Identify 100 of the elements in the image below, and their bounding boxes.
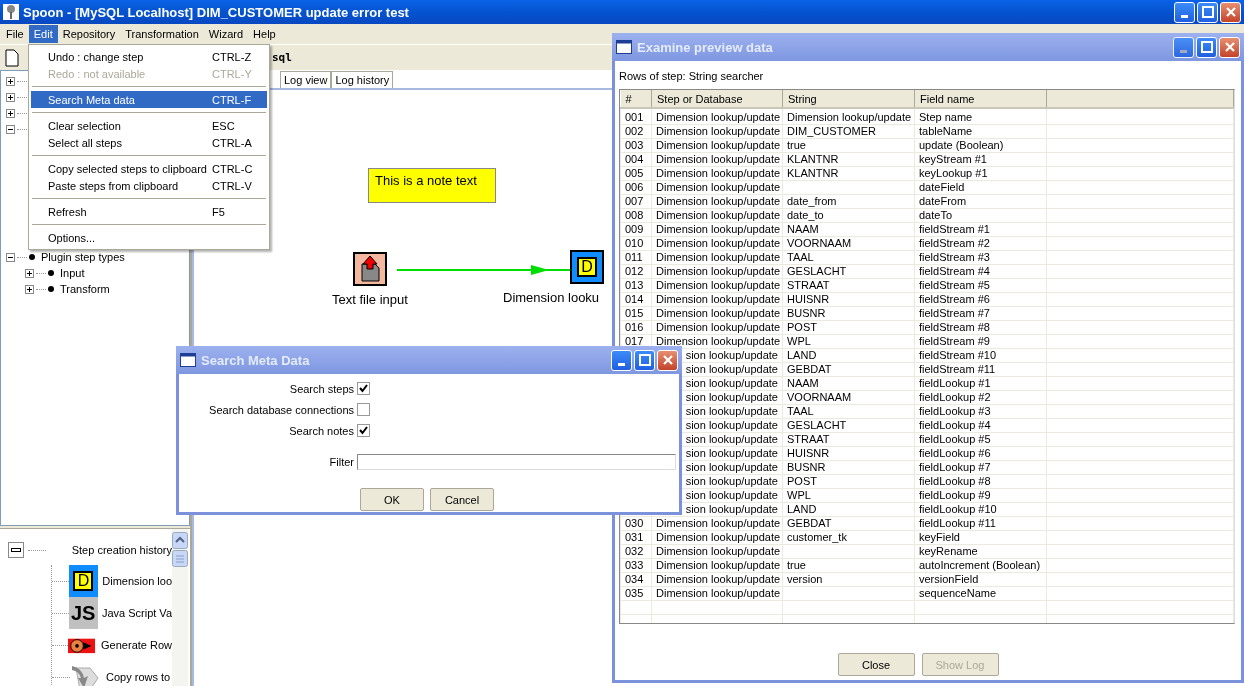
menu-item[interactable]: Paste steps from clipboard CTRL-V bbox=[31, 177, 267, 194]
history-item[interactable]: Copy rows to bbox=[106, 671, 171, 683]
menu-item[interactable]: Select all steps CTRL-A bbox=[31, 134, 267, 151]
expander-icon[interactable] bbox=[6, 108, 15, 118]
menu-item[interactable]: Wizard bbox=[203, 25, 249, 43]
menu-item[interactable]: Options... bbox=[31, 229, 267, 246]
dialog-button[interactable]: OK bbox=[360, 488, 424, 511]
minimize-button[interactable] bbox=[1173, 36, 1194, 58]
table-cell: HUISNR bbox=[787, 447, 830, 459]
filter-field[interactable] bbox=[357, 453, 676, 470]
history-item[interactable]: Generate Row bbox=[101, 639, 172, 651]
table-cell: TAAL bbox=[787, 405, 814, 417]
table-cell: fieldStream #11 bbox=[919, 363, 996, 375]
window-title: Spoon - [MySQL Localhost] DIM_CUSTOMER update error test bbox=[23, 4, 410, 20]
table-cell: 002 bbox=[625, 125, 644, 137]
menu-item[interactable]: Help bbox=[248, 25, 281, 43]
table-cell: sion lookup/update bbox=[685, 363, 778, 375]
table-cell: GESLACHT bbox=[787, 265, 847, 277]
tab[interactable]: Log view bbox=[280, 71, 332, 88]
close-button[interactable] bbox=[657, 349, 678, 371]
checkbox[interactable] bbox=[357, 424, 370, 437]
tab[interactable]: Log history bbox=[331, 71, 394, 88]
table-cell: KLANTNR bbox=[787, 167, 839, 179]
maximize-button[interactable] bbox=[634, 349, 655, 371]
step-label: Text file input bbox=[332, 292, 408, 307]
minimize-icon bbox=[1181, 14, 1188, 18]
history-item[interactable]: Dimension loo bbox=[102, 575, 172, 587]
checkbox[interactable] bbox=[357, 403, 370, 416]
table-cell: sion lookup/update bbox=[685, 489, 778, 501]
table-cell: fieldLookup #8 bbox=[919, 475, 991, 487]
menu-item[interactable]: Search Meta data CTRL-F bbox=[31, 91, 267, 108]
column-header[interactable]: String bbox=[782, 90, 915, 108]
column-header[interactable]: # bbox=[620, 90, 652, 108]
table-cell: Dimension lookup/update bbox=[656, 251, 781, 263]
table-cell: fieldStream #2 bbox=[919, 237, 990, 249]
expander-icon[interactable] bbox=[6, 124, 15, 134]
menu-item[interactable]: Copy selected steps to clipboard CTRL-C bbox=[31, 160, 267, 177]
menu-item[interactable]: Clear selection ESC bbox=[31, 117, 267, 134]
text-file-input-icon[interactable] bbox=[352, 252, 387, 286]
table-cell: 010 bbox=[625, 237, 644, 249]
table-cell: sion lookup/update bbox=[685, 377, 778, 389]
new-file-icon[interactable] bbox=[5, 48, 19, 67]
table-cell: 014 bbox=[625, 293, 644, 305]
minimize-button[interactable] bbox=[611, 349, 632, 371]
dialog-button[interactable]: Close bbox=[837, 653, 915, 676]
close-button[interactable] bbox=[1220, 1, 1241, 23]
table-cell: 016 bbox=[625, 321, 644, 333]
table-cell: fieldStream #7 bbox=[919, 307, 990, 319]
expander-icon[interactable] bbox=[25, 284, 34, 294]
dialog-button[interactable]: Cancel bbox=[430, 488, 494, 511]
expander-icon[interactable] bbox=[25, 268, 34, 278]
column-header[interactable]: Field name bbox=[914, 90, 1047, 108]
note[interactable]: This is a note text bbox=[368, 168, 496, 203]
table-cell: dateField bbox=[919, 181, 965, 193]
table-cell: 006 bbox=[625, 181, 644, 193]
tree-item[interactable]: Input bbox=[60, 267, 85, 279]
checkbox[interactable] bbox=[357, 382, 370, 395]
toolbar-label[interactable]: sql bbox=[272, 51, 292, 64]
table-cell: true bbox=[787, 559, 806, 571]
expander-icon[interactable] bbox=[6, 76, 15, 86]
table-cell: dateFrom bbox=[919, 195, 967, 207]
close-icon bbox=[1224, 6, 1237, 18]
close-icon bbox=[1223, 41, 1236, 53]
column-header[interactable]: Step or Database bbox=[651, 90, 783, 108]
javascript-step-icon: JS bbox=[68, 597, 98, 629]
menu-item[interactable]: File bbox=[1, 25, 29, 43]
close-button[interactable] bbox=[1219, 36, 1240, 58]
table-cell: dateTo bbox=[919, 209, 953, 221]
tree-item[interactable]: Transform bbox=[60, 283, 110, 295]
table-cell: 012 bbox=[625, 265, 644, 277]
maximize-button[interactable] bbox=[1196, 36, 1217, 58]
collapse-icon[interactable] bbox=[8, 542, 24, 558]
window-title: Search Meta Data bbox=[201, 352, 310, 368]
table-cell: 013 bbox=[625, 279, 644, 291]
menu-item[interactable]: Undo : change step CTRL-Z bbox=[31, 48, 267, 65]
table-cell: GEBDAT bbox=[787, 363, 832, 375]
table-cell: sion lookup/update bbox=[685, 349, 778, 361]
option-label: Search notes bbox=[288, 424, 354, 437]
menu-item[interactable]: Repository bbox=[57, 25, 121, 43]
scroll-thumb[interactable] bbox=[172, 550, 188, 567]
history-item[interactable]: Java Script Va bbox=[101, 607, 172, 619]
table-cell: sion lookup/update bbox=[685, 503, 778, 515]
tree-item[interactable]: Plugin step types bbox=[41, 251, 125, 263]
menu-item[interactable]: Edit bbox=[28, 25, 58, 43]
table-cell: Dimension lookup/update bbox=[656, 335, 781, 347]
minimize-button[interactable] bbox=[1174, 1, 1195, 23]
table-cell: update (Boolean) bbox=[919, 139, 1004, 151]
table-cell: fieldStream #3 bbox=[919, 251, 990, 263]
table-cell: LAND bbox=[787, 349, 817, 361]
expander-icon[interactable] bbox=[6, 252, 15, 262]
menu-item[interactable]: Refresh F5 bbox=[31, 203, 267, 220]
scroll-up-button[interactable] bbox=[172, 532, 188, 549]
table-cell: sion lookup/update bbox=[685, 405, 778, 417]
maximize-button[interactable] bbox=[1197, 1, 1218, 23]
table-cell: STRAAT bbox=[787, 279, 830, 291]
table-cell: LAND bbox=[787, 503, 817, 515]
menu-item[interactable]: Transformation bbox=[120, 25, 204, 43]
expander-icon[interactable] bbox=[6, 92, 15, 102]
table-cell: Dimension lookup/update bbox=[656, 153, 781, 165]
dimension-step-icon[interactable]: D bbox=[570, 250, 604, 284]
